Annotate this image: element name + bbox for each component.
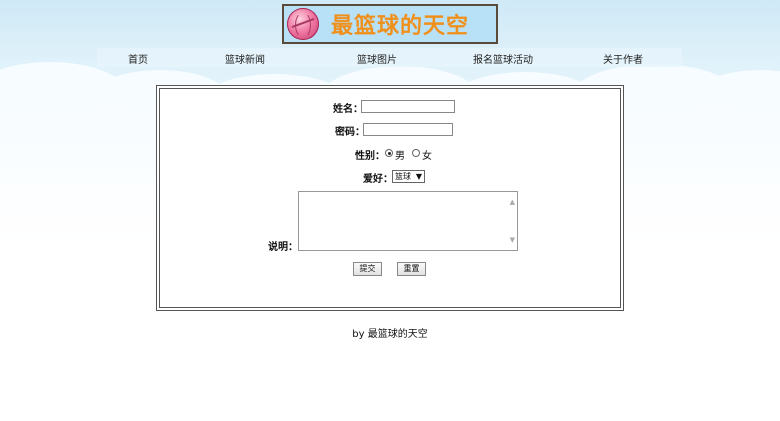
- gender-male-radio[interactable]: [385, 149, 393, 157]
- chevron-down-icon: ▼: [415, 172, 422, 181]
- password-label: 密码：: [335, 127, 365, 138]
- main-nav: 首页 篮球新闻 篮球图片 报名篮球活动 关于作者: [97, 48, 682, 67]
- site-logo[interactable]: 最篮球的天空: [282, 4, 498, 44]
- basketball-icon: [287, 8, 319, 40]
- hobby-select[interactable]: 篮球 ▼: [392, 170, 425, 183]
- password-input[interactable]: [363, 123, 453, 136]
- hobby-selected-value: 篮球: [395, 172, 411, 181]
- scroll-up-icon[interactable]: ▲: [510, 198, 515, 206]
- gender-male-label: 男: [395, 151, 405, 162]
- name-input[interactable]: [361, 100, 455, 113]
- submit-button[interactable]: 提交: [353, 262, 382, 276]
- hobby-label: 爱好：: [363, 174, 393, 185]
- gender-female-radio[interactable]: [412, 149, 420, 157]
- nav-item-news[interactable]: 篮球新闻: [225, 51, 265, 66]
- footer-text: by 最篮球的天空: [352, 329, 428, 340]
- nav-item-home[interactable]: 首页: [128, 51, 148, 66]
- gender-female-label: 女: [422, 151, 432, 162]
- description-textarea[interactable]: ▲ ▼: [298, 191, 518, 251]
- registration-form: 姓名： 密码： 性别： 男 女 爱好： 篮球 ▼ ▲ ▼ 说明： 提交 重置: [156, 85, 624, 311]
- nav-item-about[interactable]: 关于作者: [603, 51, 643, 66]
- nav-item-signup[interactable]: 报名篮球活动: [473, 51, 533, 66]
- gender-label: 性别：: [355, 151, 385, 162]
- name-label: 姓名：: [333, 104, 363, 115]
- reset-button[interactable]: 重置: [397, 262, 426, 276]
- logo-text: 最篮球的天空: [331, 14, 470, 39]
- description-label: 说明：: [268, 242, 298, 253]
- scroll-down-icon[interactable]: ▼: [510, 236, 515, 244]
- nav-item-pictures[interactable]: 篮球图片: [357, 51, 397, 66]
